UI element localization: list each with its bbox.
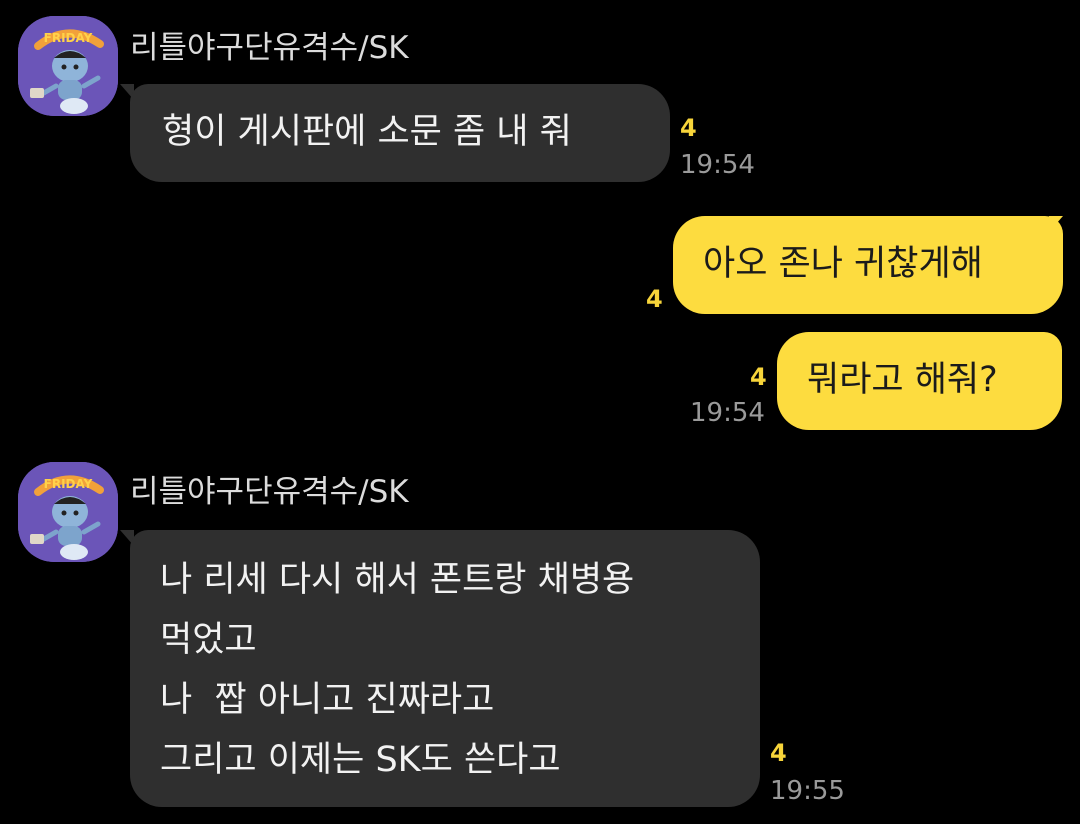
avatar-badge-text: FRIDAY bbox=[44, 31, 93, 45]
sender-avatar[interactable]: FRIDAY bbox=[18, 462, 118, 562]
message-text: 형이 게시판에 소문 좀 내 줘 bbox=[162, 112, 572, 152]
message-text-line: 나 리세 다시 해서 폰트랑 채병용 bbox=[160, 560, 635, 600]
message-text-line: 먹었고 bbox=[160, 620, 257, 660]
sender-avatar[interactable]: FRIDAY bbox=[18, 16, 118, 116]
message-time: 19:54 bbox=[690, 398, 765, 428]
avatar-illustration-icon: FRIDAY bbox=[18, 16, 118, 116]
unread-count: 4 bbox=[646, 285, 663, 313]
message-text: 아오 존나 귀찮게해 bbox=[703, 244, 983, 284]
sender-name: 리틀야구단유격수/SK bbox=[130, 30, 409, 66]
bubble-tail bbox=[1049, 216, 1063, 232]
message-text-line: 나 짭 아니고 진짜라고 bbox=[160, 680, 495, 720]
message-text-line: 그리고 이제는 SK도 쓴다고 bbox=[160, 740, 561, 780]
sender-name: 리틀야구단유격수/SK bbox=[130, 474, 409, 510]
avatar-illustration-icon: FRIDAY bbox=[18, 462, 118, 562]
avatar-badge-text: FRIDAY bbox=[44, 477, 93, 491]
message-time: 19:54 bbox=[680, 150, 755, 180]
message-bubble[interactable]: 형이 게시판에 소문 좀 내 줘 bbox=[130, 84, 670, 182]
message-text: 뭐라고 해줘? bbox=[807, 360, 998, 400]
message-time: 19:55 bbox=[770, 776, 845, 806]
unread-count: 4 bbox=[770, 739, 787, 767]
message-bubble[interactable]: 뭐라고 해줘? bbox=[777, 332, 1062, 430]
message-bubble[interactable]: 아오 존나 귀찮게해 bbox=[673, 216, 1063, 314]
unread-count: 4 bbox=[680, 114, 697, 142]
unread-count: 4 bbox=[750, 363, 767, 391]
message-bubble[interactable]: 나 리세 다시 해서 폰트랑 채병용 먹었고 나 짭 아니고 진짜라고 그리고 … bbox=[130, 530, 760, 807]
